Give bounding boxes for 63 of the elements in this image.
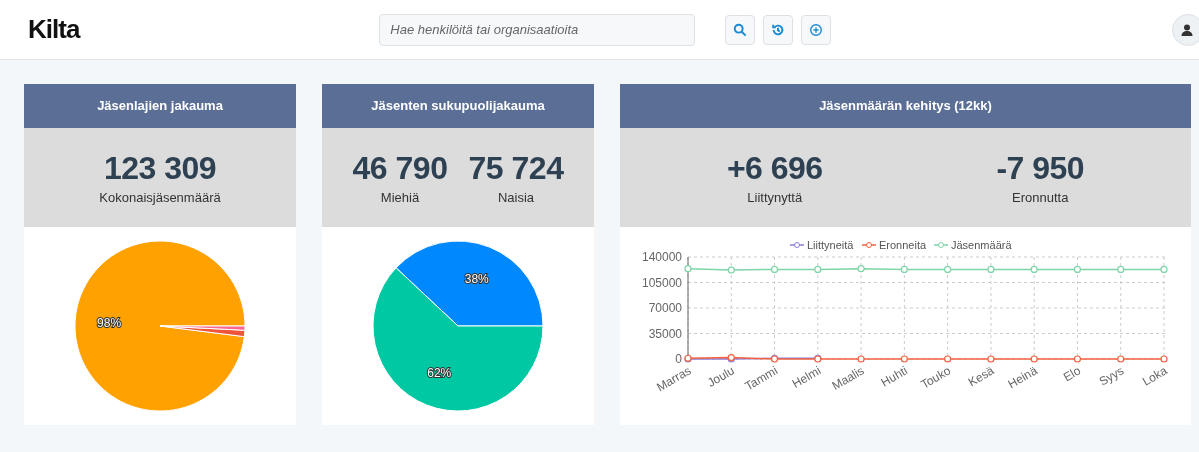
point [1160, 265, 1168, 273]
stat-value: 75 724 [468, 148, 564, 188]
history-button[interactable] [763, 14, 794, 45]
stat-value: +6 696 [726, 148, 823, 188]
logo[interactable]: Kilta [28, 10, 80, 49]
stat-label: Miehiä [380, 188, 420, 207]
x-tick-label: Syys [1096, 363, 1127, 389]
point [770, 265, 779, 273]
legend-marker-icon [789, 242, 805, 248]
legend-label: Eronneita [879, 239, 927, 251]
search-button[interactable] [725, 14, 756, 45]
stat-value: -7 950 [996, 148, 1085, 188]
point [900, 355, 908, 363]
stat-label: Kokonaisjäsenmäärä [99, 188, 221, 207]
x-tick-label: Touko [918, 363, 954, 392]
point [727, 266, 735, 274]
slice-label: 98% [97, 315, 122, 330]
point [1073, 355, 1082, 363]
stat-label: Eronnutta [1012, 188, 1069, 207]
legend-marker-icon [861, 242, 877, 248]
stat-label: Naisia [497, 188, 535, 207]
point [1030, 265, 1038, 273]
point [857, 355, 865, 363]
point [814, 265, 822, 273]
point [944, 355, 952, 363]
card-header: Jäsenten sukupuolijakauma [322, 84, 594, 128]
slice-label: 38% [464, 271, 489, 286]
y-tick-label: 70000 [648, 301, 682, 315]
y-tick-label: 35000 [648, 326, 682, 341]
x-tick-label: Loka [1139, 363, 1170, 389]
x-tick-label: Joulu [704, 363, 737, 390]
point [944, 265, 952, 273]
search-icon [733, 22, 748, 37]
user-icon [1181, 24, 1193, 36]
y-tick-label: 0 [675, 352, 682, 366]
x-tick-label: Elo [1060, 363, 1083, 385]
legend-label: Liittyneitä [807, 239, 854, 251]
user-avatar-button[interactable] [1172, 14, 1199, 46]
stat-value: 46 790 [352, 148, 448, 188]
stat-value: 123 309 [103, 148, 217, 188]
slice-label: 62% [427, 366, 452, 381]
point [900, 265, 908, 273]
stat-label: Liittynyttä [747, 188, 803, 207]
point [1030, 355, 1038, 363]
x-tick-label: Kesä [965, 363, 997, 390]
card-header: Jäsenlajien jakauma [24, 84, 296, 128]
add-button[interactable] [801, 14, 832, 45]
point [1160, 355, 1168, 363]
legend-label: Jäsenmäärä [951, 239, 1012, 251]
legend-marker-icon [933, 242, 949, 248]
point [857, 265, 865, 273]
point [987, 355, 995, 363]
search-field[interactable]: Hae henkilöitä tai organisaatioita [379, 13, 696, 46]
point [1117, 265, 1125, 273]
y-tick-label: 140000 [641, 250, 682, 264]
card-header: Jäsenmäärän kehitys (12kk) [620, 84, 1191, 128]
point [1073, 265, 1082, 273]
plus-circle-icon [809, 22, 824, 37]
point [1117, 355, 1125, 363]
y-tick-label: 105000 [641, 275, 682, 290]
point [684, 265, 692, 273]
point [987, 265, 995, 273]
history-icon [771, 22, 786, 37]
